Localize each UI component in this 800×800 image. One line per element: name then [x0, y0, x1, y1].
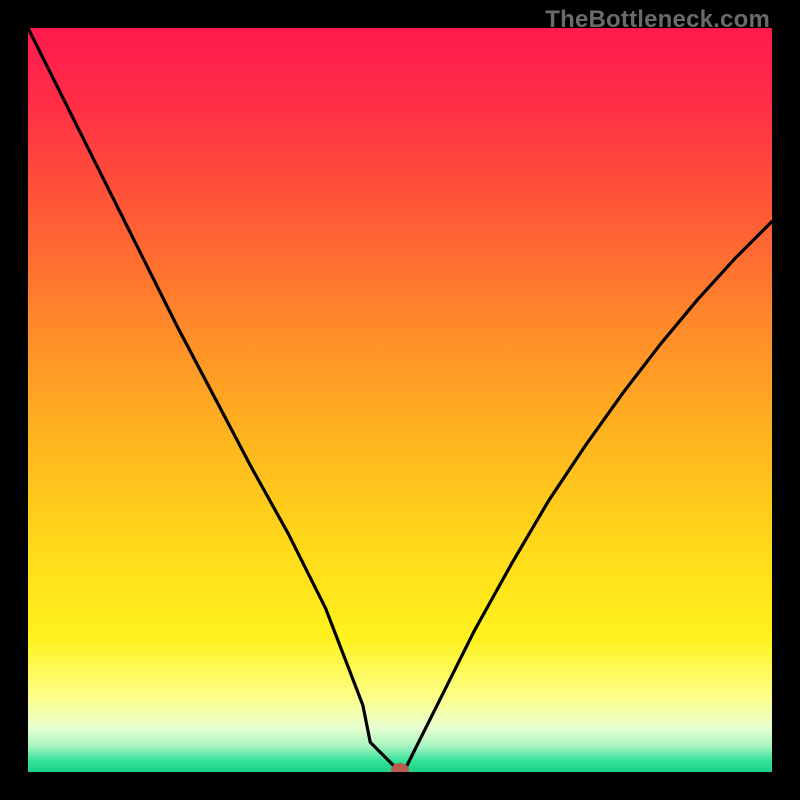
bottleneck-chart	[28, 28, 772, 772]
plot-area	[28, 28, 772, 772]
gradient-background	[28, 28, 772, 772]
chart-frame: TheBottleneck.com	[0, 0, 800, 800]
